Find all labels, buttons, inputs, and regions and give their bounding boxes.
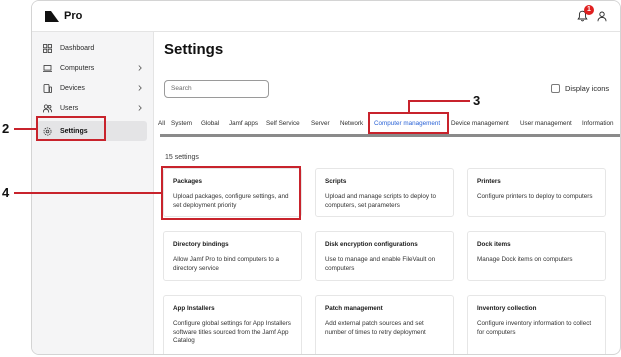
tab-network[interactable]: Network <box>340 120 363 127</box>
sidebar-item-label: Devices <box>60 84 85 92</box>
callout-box-packages <box>161 166 301 220</box>
top-bar: Pro 1 <box>32 1 620 32</box>
computer-icon <box>43 64 52 72</box>
sidebar-item-label: Dashboard <box>60 44 95 52</box>
card-title: Directory bindings <box>173 241 229 248</box>
display-icons-checkbox[interactable] <box>551 84 560 93</box>
tab-device-management[interactable]: Device management <box>451 120 509 127</box>
card-title: Patch management <box>325 305 383 312</box>
card-inventory-collection[interactable]: Inventory collection Configure inventory… <box>467 295 606 354</box>
card-title: Inventory collection <box>477 305 537 312</box>
app-window: Pro 1 Dashboard Computers Devices Users … <box>31 0 621 355</box>
callout-box-settings <box>36 116 106 141</box>
card-patch-management[interactable]: Patch management Add external patch sour… <box>315 295 454 354</box>
card-description: Manage Dock items on computers <box>477 256 573 263</box>
sidebar-item-computers[interactable]: Computers <box>37 58 147 78</box>
chevron-right-icon <box>138 85 142 91</box>
product-name: Pro <box>64 10 83 22</box>
callout-line-tab-horizontal <box>408 100 470 102</box>
tab-user-management[interactable]: User management <box>520 120 572 127</box>
chevron-right-icon <box>138 105 142 111</box>
card-title: Dock items <box>477 241 511 248</box>
card-title: Disk encryption configurations <box>325 241 418 248</box>
callout-line-tab-vertical <box>408 101 410 112</box>
card-app-installers[interactable]: App Installers Configure global settings… <box>163 295 302 354</box>
callout-number-4: 4 <box>2 185 10 200</box>
card-description: Allow Jamf Pro to bind computers to a di… <box>173 256 280 272</box>
tab-jamf-apps[interactable]: Jamf apps <box>229 120 258 127</box>
search-input[interactable]: Search <box>164 80 269 98</box>
callout-line-settings <box>14 128 36 130</box>
tab-information[interactable]: Information <box>582 120 614 127</box>
card-description: Upload and manage scripts to deploy to c… <box>325 193 436 209</box>
dashboard-icon <box>43 43 52 53</box>
card-title: App Installers <box>173 305 215 312</box>
card-description: Configure inventory information to colle… <box>477 320 592 336</box>
callout-number-2: 2 <box>2 121 10 136</box>
tab-server[interactable]: Server <box>311 120 330 127</box>
card-directory-bindings[interactable]: Directory bindings Allow Jamf Pro to bin… <box>163 231 302 281</box>
page-title: Settings <box>164 41 224 58</box>
tab-all[interactable]: All <box>158 120 165 127</box>
card-printers[interactable]: Printers Configure printers to deploy to… <box>467 168 606 217</box>
chevron-right-icon <box>138 65 142 71</box>
tab-system[interactable]: System <box>171 120 192 127</box>
tab-self-service[interactable]: Self Service <box>266 120 300 127</box>
callout-line-packages <box>14 192 161 194</box>
jamf-logo[interactable]: Pro <box>45 10 82 22</box>
settings-count: 15 settings <box>165 154 199 161</box>
users-icon <box>43 103 52 113</box>
callout-number-3: 3 <box>473 93 481 108</box>
card-disk-encryption[interactable]: Disk encryption configurations Use to ma… <box>315 231 454 281</box>
card-scripts[interactable]: Scripts Upload and manage scripts to dep… <box>315 168 454 217</box>
card-title: Scripts <box>325 178 347 185</box>
card-dock-items[interactable]: Dock items Manage Dock items on computer… <box>467 231 606 281</box>
sidebar-item-label: Users <box>60 104 79 112</box>
card-description: Configure global settings for App Instal… <box>173 320 291 344</box>
callout-box-computer-management-tab <box>368 112 449 134</box>
device-icon <box>43 83 52 93</box>
notification-badge: 1 <box>584 5 594 15</box>
sidebar-item-devices[interactable]: Devices <box>37 78 147 98</box>
card-description: Add external patch sources and set numbe… <box>325 320 426 336</box>
tabs-divider <box>160 134 620 137</box>
display-icons-toggle[interactable]: Display icons <box>551 84 609 93</box>
sidebar-item-label: Computers <box>60 64 95 72</box>
card-title: Printers <box>477 178 501 185</box>
card-description: Configure printers to deploy to computer… <box>477 193 593 200</box>
tab-global[interactable]: Global <box>201 120 219 127</box>
display-icons-label: Display icons <box>565 84 610 93</box>
sidebar-item-dashboard[interactable]: Dashboard <box>37 38 147 58</box>
jamf-logo-icon <box>45 10 59 22</box>
user-account-icon[interactable] <box>597 11 607 22</box>
card-description: Use to manage and enable FileVault on co… <box>325 256 436 272</box>
sidebar-item-users[interactable]: Users <box>37 98 147 118</box>
